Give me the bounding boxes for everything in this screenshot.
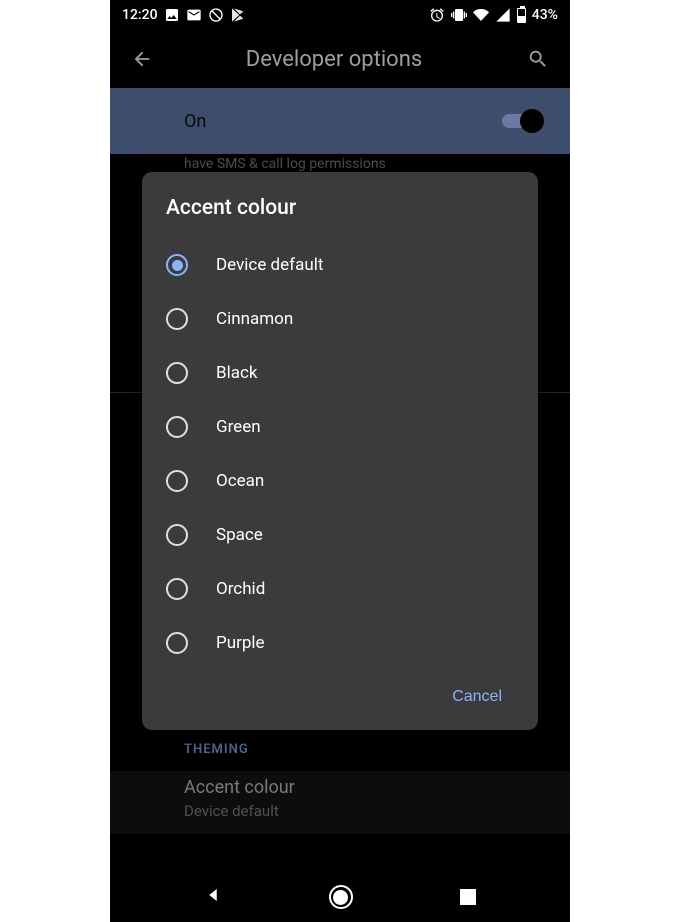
radio-label: Space <box>216 525 263 545</box>
radio-label: Cinnamon <box>216 309 293 329</box>
master-switch[interactable] <box>502 109 544 133</box>
status-left: 12:20 <box>122 7 246 23</box>
radio-label: Purple <box>216 633 265 653</box>
alarm-icon <box>429 7 445 23</box>
battery-percent: 43% <box>532 7 558 23</box>
radio-label: Ocean <box>216 471 264 491</box>
radio-option[interactable]: Cinnamon <box>166 292 514 346</box>
play-store-icon <box>230 7 246 23</box>
radio-option[interactable]: Purple <box>166 616 514 670</box>
search-icon <box>527 48 549 70</box>
dialog-actions: Cancel <box>166 670 514 720</box>
radio-label: Green <box>216 417 261 437</box>
pref-subtitle: Device default <box>184 802 570 820</box>
radio-button-icon <box>166 308 188 330</box>
radio-button-icon <box>166 524 188 546</box>
pref-accent-colour[interactable]: Accent colour Device default <box>110 771 570 834</box>
radio-button-icon <box>166 254 188 276</box>
settings-list-lower: THEMING Accent colour Device default <box>110 722 570 872</box>
radio-option[interactable]: Orchid <box>166 562 514 616</box>
radio-option[interactable]: Space <box>166 508 514 562</box>
radio-button-icon <box>166 632 188 654</box>
battery-icon <box>517 8 526 23</box>
nav-home-button[interactable] <box>329 885 353 909</box>
dialog-title: Accent colour <box>166 196 514 220</box>
nav-back-icon <box>204 886 222 904</box>
radio-button-icon <box>166 470 188 492</box>
dnd-icon <box>208 7 224 23</box>
radio-option[interactable]: Green <box>166 400 514 454</box>
phone-frame: 12:20 43% Developer options On <box>110 0 570 922</box>
image-icon <box>164 7 180 23</box>
master-toggle-label: On <box>184 111 206 132</box>
radio-option[interactable]: Black <box>166 346 514 400</box>
radio-group: Device default Cinnamon Black Green Ocean Spa… <box>166 238 514 670</box>
navigation-bar <box>110 872 570 922</box>
partial-pref-subtitle: have SMS & call log permissions <box>110 154 570 172</box>
radio-button-icon <box>166 416 188 438</box>
radio-option[interactable]: Device default <box>166 238 514 292</box>
mail-icon <box>186 7 202 23</box>
clock: 12:20 <box>122 7 158 23</box>
radio-label: Device default <box>216 255 323 275</box>
radio-button-icon <box>166 362 188 384</box>
app-bar: Developer options <box>110 30 570 88</box>
accent-colour-dialog: Accent colour Device default Cinnamon Blac… <box>142 172 538 730</box>
master-toggle-row[interactable]: On <box>110 88 570 154</box>
radio-option[interactable]: Ocean <box>166 454 514 508</box>
pref-title: Accent colour <box>184 777 570 798</box>
search-button[interactable] <box>518 48 558 70</box>
wifi-icon <box>473 7 489 23</box>
vibrate-icon <box>451 7 467 23</box>
radio-label: Orchid <box>216 579 265 599</box>
radio-selected-dot <box>172 260 183 271</box>
status-right: 43% <box>429 7 558 23</box>
signal-icon <box>495 7 511 23</box>
page-title: Developer options <box>150 47 518 72</box>
switch-thumb <box>520 109 544 133</box>
nav-home-icon <box>333 890 348 905</box>
cancel-button[interactable]: Cancel <box>440 680 514 714</box>
radio-button-icon <box>166 578 188 600</box>
nav-recent-button[interactable] <box>460 889 476 905</box>
status-bar: 12:20 43% <box>110 0 570 30</box>
nav-back-button[interactable] <box>204 886 222 908</box>
radio-label: Black <box>216 363 258 383</box>
